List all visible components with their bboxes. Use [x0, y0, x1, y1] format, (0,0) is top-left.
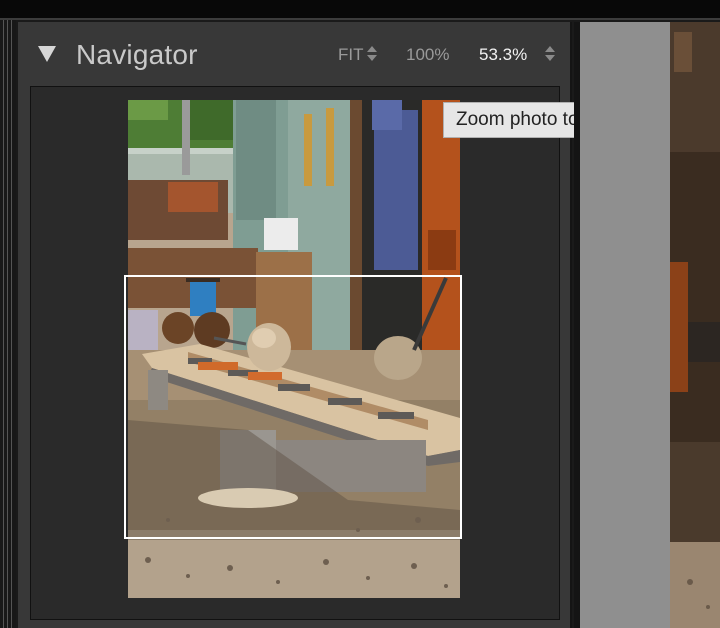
collapse-triangle-icon[interactable] — [38, 46, 56, 62]
panel-scroll-track[interactable] — [580, 22, 670, 628]
top-bar — [0, 0, 720, 20]
left-panel-edge[interactable] — [0, 20, 16, 628]
zoom-100-button[interactable]: 100% — [406, 45, 449, 65]
panel-title: Navigator — [76, 39, 198, 70]
zoom-fit-button[interactable]: FIT — [338, 45, 364, 65]
zoom-custom-button[interactable]: 53.3% — [479, 45, 527, 65]
custom-zoom-stepper-icon[interactable] — [545, 46, 555, 62]
main-photo-view[interactable] — [670, 22, 720, 628]
viewport-rectangle[interactable] — [124, 275, 462, 539]
fit-stepper-icon[interactable] — [367, 46, 377, 62]
navigator-header[interactable]: Navigator FIT 100% 53.3% — [18, 22, 570, 84]
